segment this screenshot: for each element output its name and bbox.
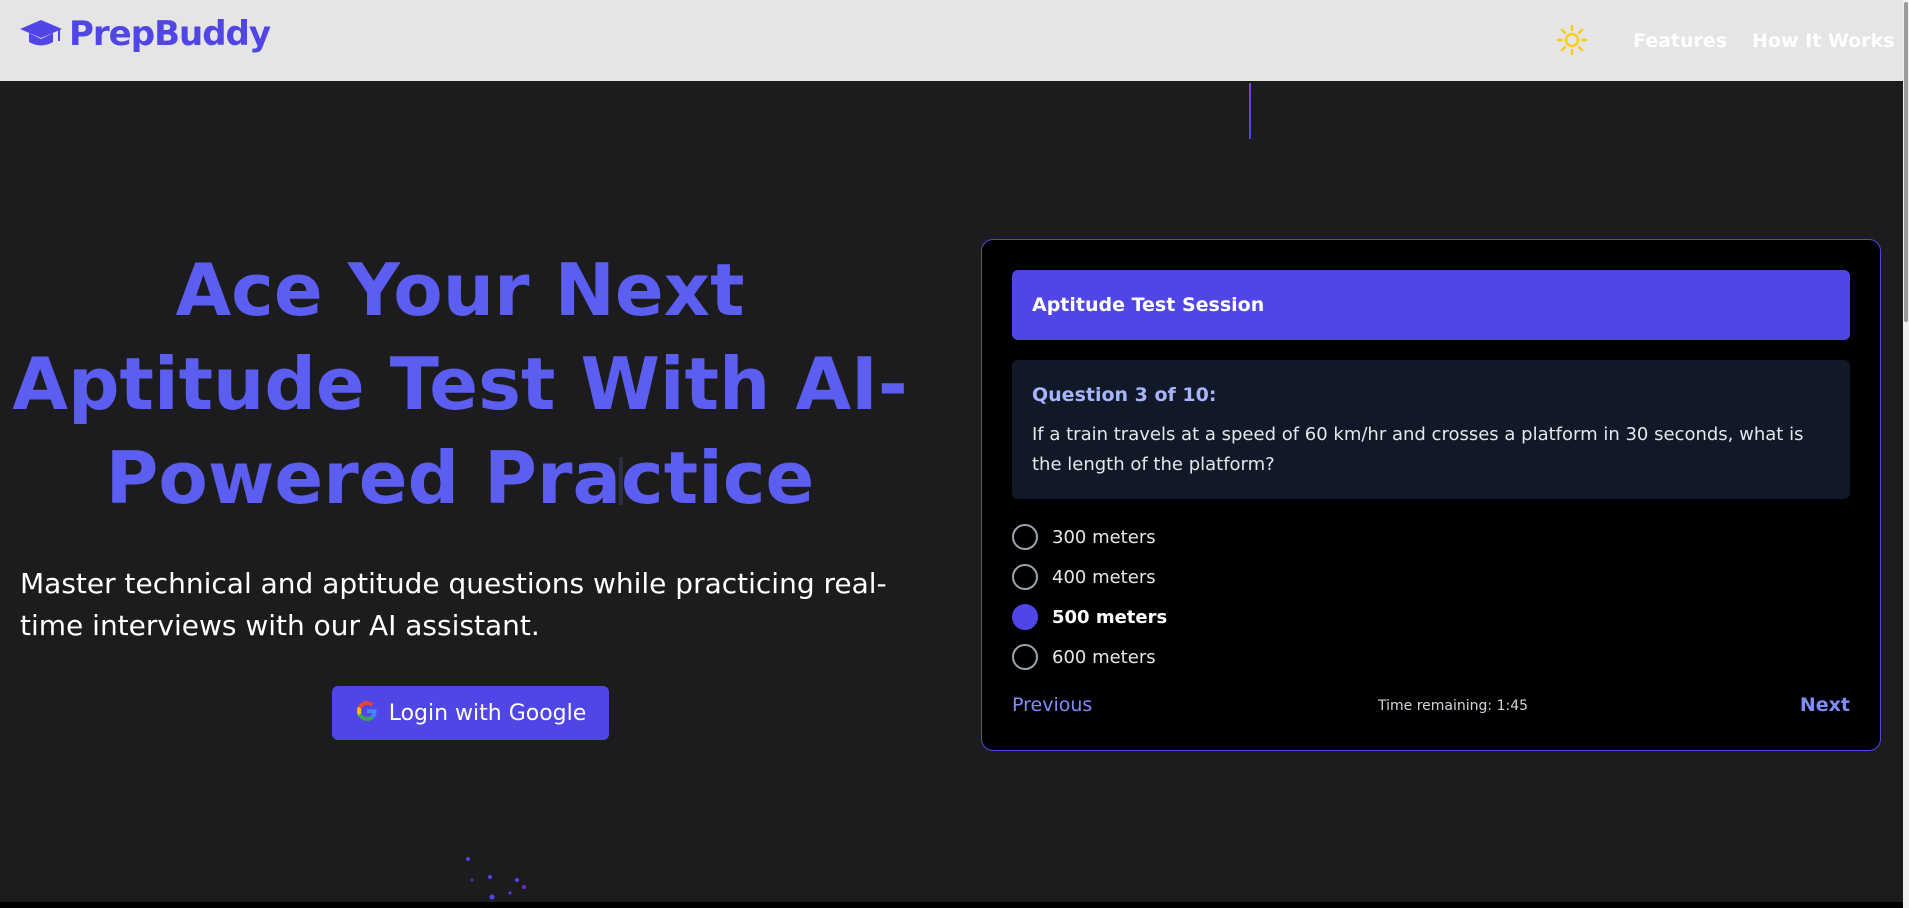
nav-link-how-it-works[interactable]: How It Works (1752, 30, 1895, 52)
answer-option[interactable]: 300 meters (1012, 523, 1156, 551)
brand-link[interactable]: PrepBuddy (19, 14, 271, 54)
sun-icon[interactable] (1556, 24, 1588, 56)
quiz-card: Aptitude Test Session Question 3 of 10: … (981, 239, 1881, 751)
radio-button[interactable] (1012, 524, 1038, 550)
question-box: Question 3 of 10: If a train travels at … (1012, 360, 1850, 499)
scrollbar-thumb[interactable] (1904, 2, 1908, 322)
next-button[interactable]: Next (1800, 694, 1850, 716)
quiz-header: Aptitude Test Session (1012, 270, 1850, 340)
previous-button[interactable]: Previous (1012, 694, 1092, 716)
question-text: If a train travels at a speed of 60 km/h… (1032, 424, 1804, 475)
decorative-line (1249, 83, 1251, 139)
option-label: 300 meters (1052, 526, 1156, 548)
hero-subtitle: Master technical and aptitude questions … (20, 567, 887, 642)
radio-button-selected[interactable] (1012, 604, 1038, 630)
option-label: 600 meters (1052, 646, 1156, 668)
decorative-dots (462, 855, 542, 905)
navbar: PrepBuddy Features How It Works (0, 0, 1903, 81)
option-label: 500 meters (1052, 606, 1168, 628)
hero-title: Ace Your Next Aptitude Test With AI-Powe… (12, 248, 908, 520)
typing-caret (619, 457, 623, 505)
question-number: Question 3 of 10: (1032, 384, 1217, 406)
answer-option[interactable]: 600 meters (1012, 643, 1156, 671)
radio-button[interactable] (1012, 644, 1038, 670)
time-remaining: Time remaining: 1:45 (1378, 698, 1529, 714)
login-with-google-button[interactable]: Login with Google (332, 686, 609, 740)
answer-option-selected[interactable]: 500 meters (1012, 603, 1167, 631)
brand-name: PrepBuddy (69, 14, 271, 54)
login-button-label: Login with Google (388, 700, 587, 726)
radio-button[interactable] (1012, 564, 1038, 590)
graduation-cap-icon (19, 18, 63, 50)
quiz-header-title: Aptitude Test Session (1032, 294, 1265, 316)
nav-link-features[interactable]: Features (1633, 30, 1727, 52)
option-label: 400 meters (1052, 566, 1156, 588)
bottom-bar (0, 902, 1903, 908)
google-icon (355, 699, 379, 727)
answer-option[interactable]: 400 meters (1012, 563, 1156, 591)
scrollbar[interactable] (1903, 0, 1909, 908)
